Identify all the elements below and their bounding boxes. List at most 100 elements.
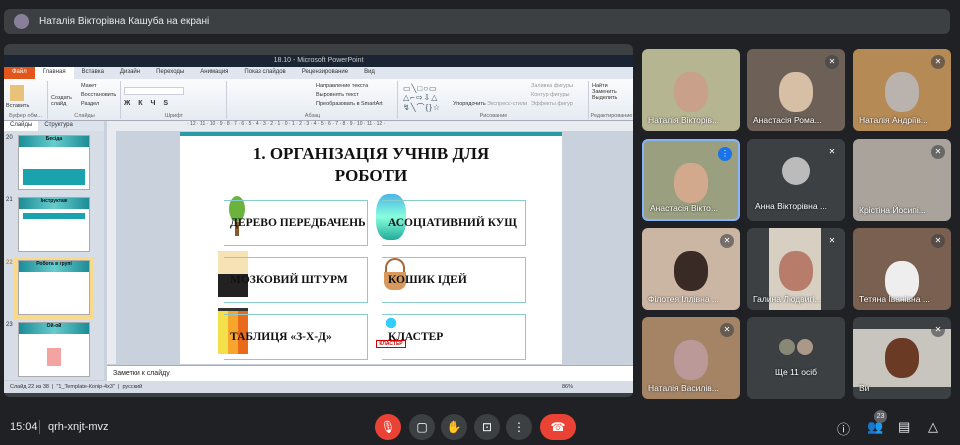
slide-canvas: 1. ОРГАНІЗАЦІЯ УЧНІВ ДЛЯ РОБОТИ ДЕРЕВО П… (180, 132, 562, 364)
participant-name: Крістіна Йосипі... (859, 205, 926, 215)
tab-animation[interactable]: Анимация (192, 67, 236, 79)
mic-off-icon: ✕ (931, 55, 945, 69)
editing-group: Найти Заменить Выделить Редактирование (590, 81, 633, 119)
section-button[interactable]: Раздел (81, 101, 99, 107)
tab-insert[interactable]: Вставка (74, 67, 112, 79)
zoom-level[interactable]: 86% (562, 384, 573, 390)
group-label: Рисование (479, 113, 508, 119)
paragraph-group: Направление текста Выровнять текст Преоб… (228, 81, 398, 119)
tab-view[interactable]: Вид (356, 67, 383, 79)
tab-outline[interactable]: Структура (38, 121, 78, 131)
participant-name: Філотея Іллівна ... (648, 294, 719, 304)
camera-button[interactable]: ▢ (409, 414, 435, 440)
tab-slides[interactable]: Слайды (4, 121, 39, 131)
meeting-code: qrh-xnjt-mvz (48, 421, 109, 433)
participant-name: Анастасія Вікто... (650, 203, 718, 213)
slide-counter: Слайд 22 из 38 (10, 384, 49, 390)
group-label: Редактирование (590, 113, 633, 119)
select-button[interactable]: Выделить (592, 95, 631, 101)
shapes-gallery[interactable]: ▭╲□○▭ △⌐⇨⇩△ ↯╲⌒{}☆ (403, 84, 441, 113)
participant-tile[interactable]: ✕ Тетяна Іванівна ... (853, 228, 951, 310)
activities-icon[interactable]: △ (928, 419, 938, 435)
present-button[interactable]: ⊡ (474, 414, 500, 440)
language: русский (122, 384, 143, 390)
participant-count-badge: 23 (874, 410, 887, 423)
participant-name: Наталія Василів... (648, 383, 719, 393)
ribbon-tabs: Файл Главная Вставка Дизайн Переходы Ани… (4, 67, 633, 79)
smartart-button[interactable]: Преобразовать в SmartArt (316, 101, 383, 107)
paste-button[interactable]: Вставить (6, 103, 45, 109)
reset-button[interactable]: Восстановить (81, 92, 116, 98)
method-item: МОЗКОВИЙ ШТУРМ (224, 257, 368, 303)
method-item: ТАБЛИЦЯ «З-Х-Д» (224, 314, 368, 360)
align-text-button[interactable]: Выровнять текст (316, 92, 359, 98)
participant-name: Анна Вікторівна ... (755, 201, 828, 211)
slide-thumbnail[interactable]: Інструктаж (18, 197, 90, 252)
mic-off-icon: ✕ (825, 55, 839, 69)
mic-off-icon: ✕ (931, 234, 945, 248)
participant-name: Анастасія Рома... (753, 115, 822, 125)
quick-styles-button[interactable]: Экспресс-стили (487, 101, 527, 107)
slide-thumbnail-selected[interactable]: Робота в групі (18, 260, 90, 315)
presenter-avatar (14, 14, 29, 29)
participant-tile[interactable]: ✕ Наталія Андріїв... (853, 49, 951, 131)
method-item: КЛАСТЕР (382, 314, 526, 360)
slide-number: 22 (6, 260, 13, 266)
slide-thumbnail[interactable]: Бесіда (18, 135, 90, 190)
presenting-text: Наталія Вікторівна Кашуба на екрані (39, 16, 210, 27)
clipboard-group: Вставить Буфер обм... (4, 81, 48, 119)
more-participants-tile[interactable]: Ще 11 осіб (747, 317, 845, 399)
font-group: Ж К Ч S Шрифт (122, 81, 227, 119)
group-label: Шрифт (164, 113, 184, 119)
thumb-title: Ой-ой (19, 323, 89, 334)
participant-tile[interactable]: ✕ Наталія Василів... (642, 317, 740, 399)
powerpoint-window: 18.10 - Microsoft PowerPoint Файл Главна… (4, 55, 633, 393)
thumb-title: Інструктаж (19, 198, 89, 209)
slide-thumbnail[interactable]: Ой-ой (18, 322, 90, 377)
tab-home[interactable]: Главная (34, 67, 74, 79)
participant-name: Тетяна Іванівна ... (859, 294, 930, 304)
text-direction-button[interactable]: Направление текста (316, 83, 368, 89)
shape-fill-button[interactable]: Заливка фигуры (531, 83, 573, 89)
participant-tile[interactable]: ✕ Анастасія Рома... (747, 49, 845, 131)
raise-hand-button[interactable]: ✋ (441, 414, 467, 440)
horizontal-ruler: · 12 · 11 · 10 · 9 · 8 · 7 · 6 · 5 · 4 ·… (107, 121, 633, 131)
participant-tile[interactable]: ✕ Філотея Іллівна ... (642, 228, 740, 310)
vertical-ruler (107, 131, 116, 364)
mic-off-icon: ✕ (720, 323, 734, 337)
participant-tile[interactable]: ✕ Крістіна Йосипі... (853, 139, 951, 221)
layout-button[interactable]: Макет (81, 83, 97, 89)
info-icon[interactable]: ⓘ (837, 419, 850, 438)
group-label: Слайды (74, 113, 95, 119)
participant-tile[interactable]: ✕ Анна Вікторівна ... (747, 139, 845, 221)
participant-tile-speaking[interactable]: ⋮ Анастасія Вікто... (642, 139, 740, 221)
mic-off-icon: ✕ (825, 145, 839, 159)
more-options-button[interactable]: ⋮ (506, 414, 532, 440)
tab-design[interactable]: Дизайн (112, 67, 148, 79)
more-participants-label: Ще 11 осіб (775, 367, 817, 377)
arrange-button[interactable]: Упорядочить (453, 101, 486, 107)
tab-transitions[interactable]: Переходы (148, 67, 192, 79)
new-slide-button[interactable]: Создать слайд (51, 95, 73, 107)
tab-review[interactable]: Рецензирование (294, 67, 356, 79)
participant-tile[interactable]: Наталія Вікторів... (642, 49, 740, 131)
shape-effects-button[interactable]: Эффекты фигур (531, 101, 573, 107)
chat-icon[interactable]: ▤ (898, 419, 910, 435)
thumb-title: Робота в групі (19, 261, 89, 272)
tab-slideshow[interactable]: Показ слайдов (236, 67, 293, 79)
tab-file[interactable]: Файл (4, 67, 35, 79)
participant-tile[interactable]: ✕ Галина Людвигі... (747, 228, 845, 310)
slide-number: 23 (6, 322, 13, 328)
shape-outline-button[interactable]: Контур фигуры (531, 92, 569, 98)
participant-name: Наталія Андріїв... (859, 115, 928, 125)
status-bar: Слайд 22 из 38 | "1_Template-Копір-4x3" … (4, 381, 633, 393)
self-tile[interactable]: ✕ Ви (853, 317, 951, 399)
mic-off-button[interactable]: 🎙 (375, 414, 401, 440)
notes-field[interactable]: Заметки к слайду (107, 365, 633, 381)
end-call-button[interactable]: ☎ (540, 414, 576, 440)
theme-name: "1_Template-Копір-4x3" (56, 384, 115, 390)
group-label: Абзац (304, 113, 321, 119)
font-name-select[interactable] (124, 87, 184, 95)
group-label: Буфер обм... (9, 113, 42, 119)
font-format-buttons[interactable]: Ж К Ч S (124, 100, 224, 107)
